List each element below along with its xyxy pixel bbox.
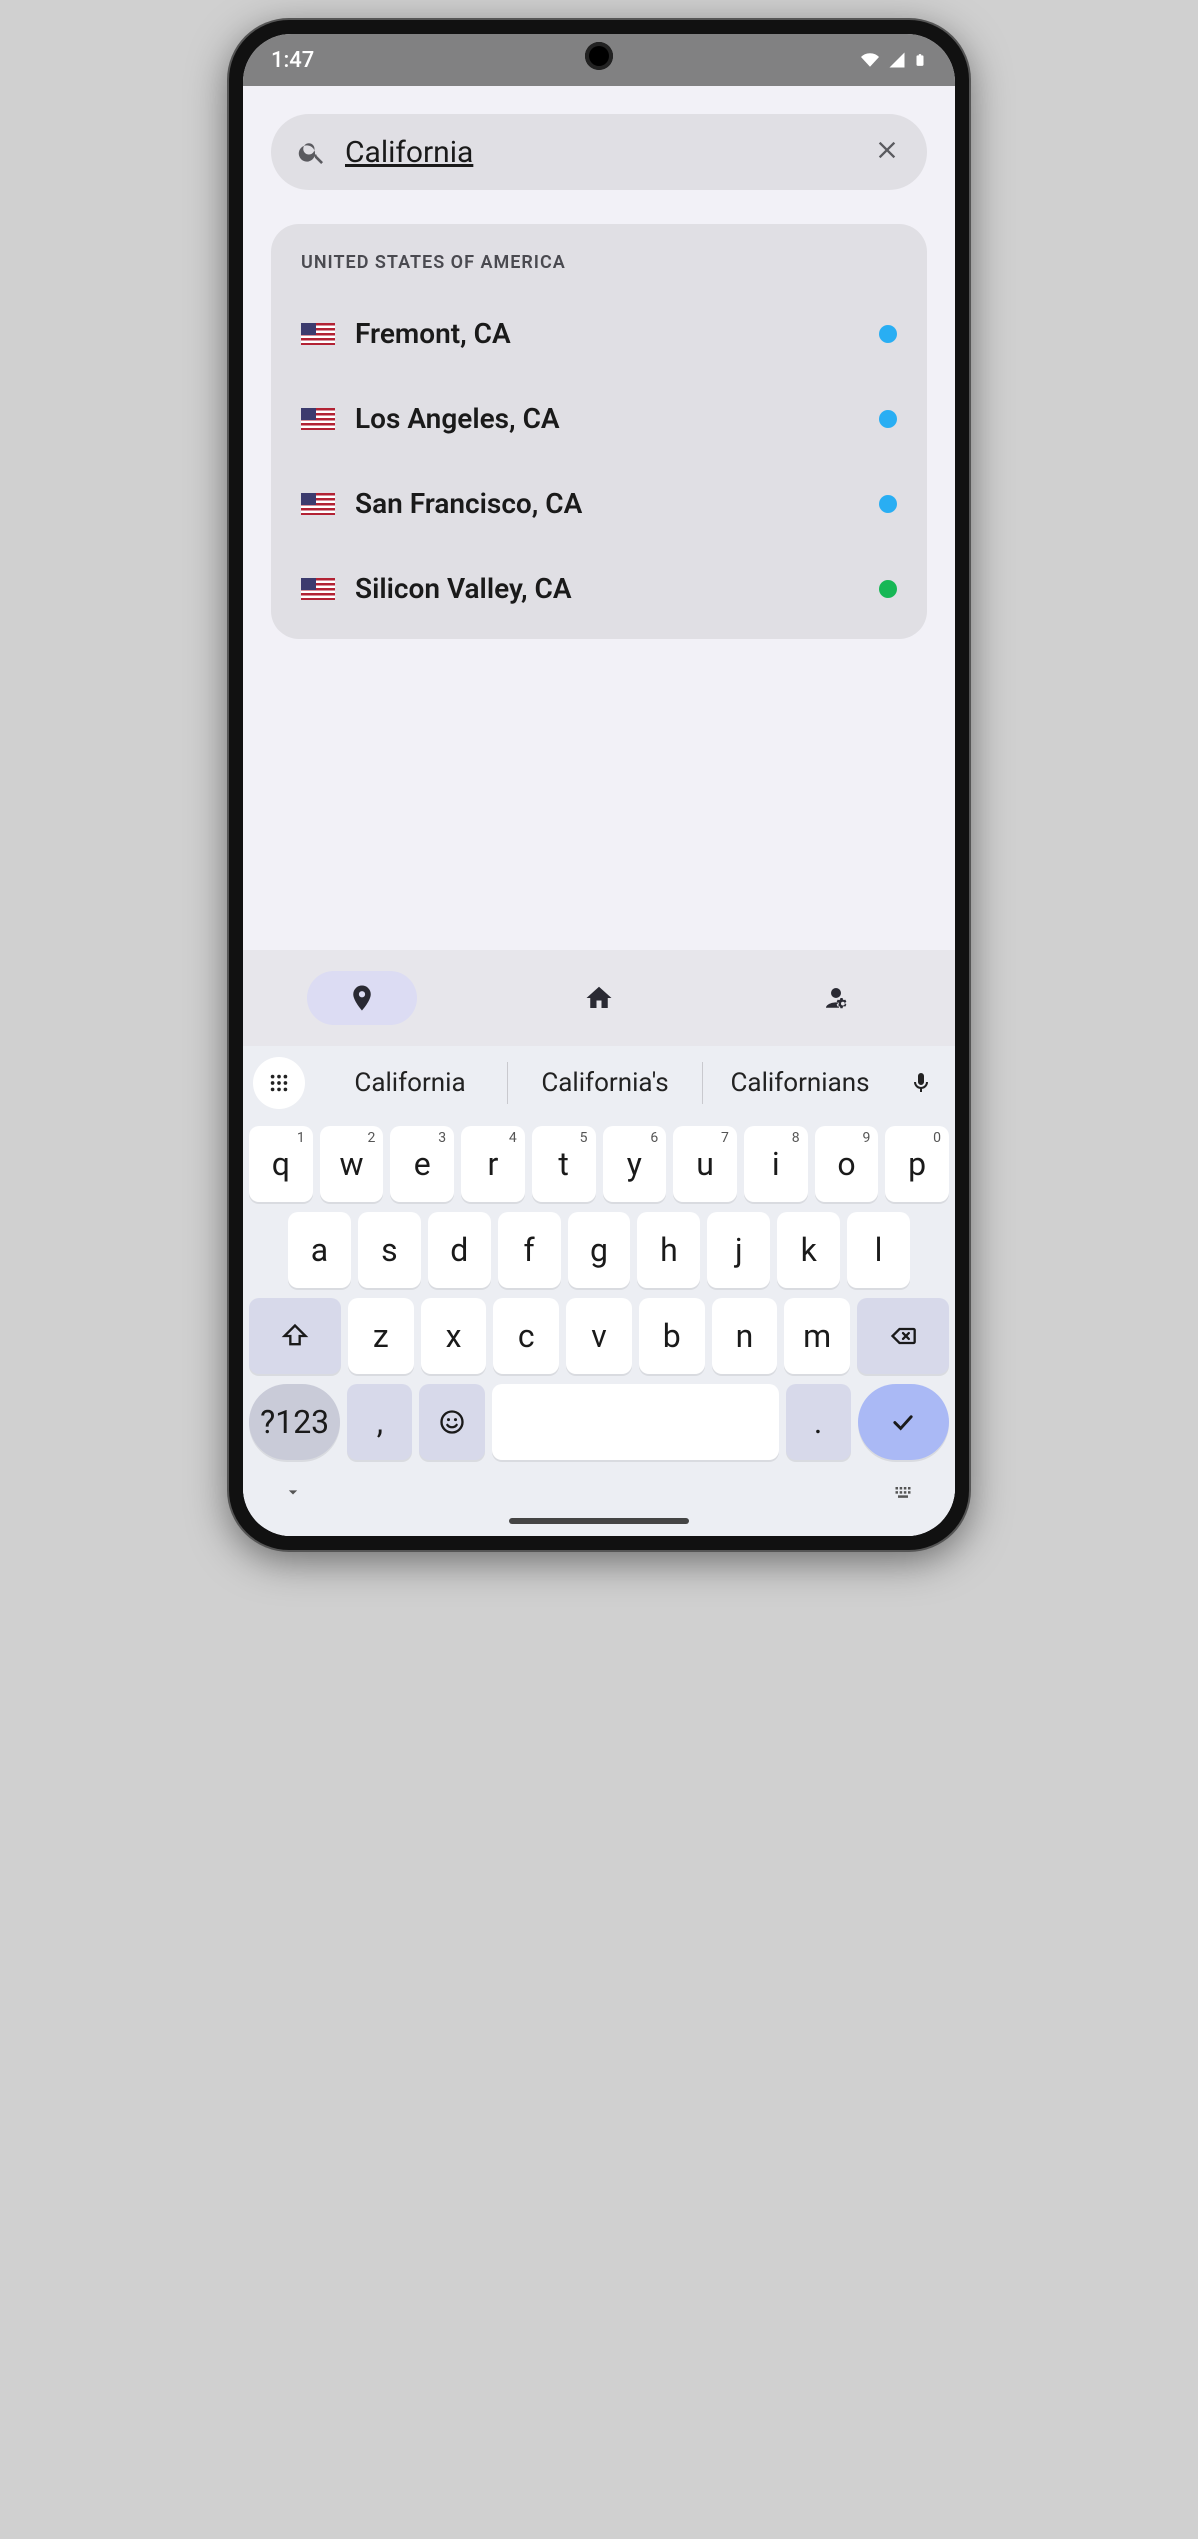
search-container [243,86,955,200]
emoji-icon [438,1408,466,1436]
key-j[interactable]: j [707,1212,770,1288]
phone-frame: 1:47 UNITED STATES OF AMERIC [229,20,969,1550]
period-key[interactable]: . [786,1384,851,1460]
status-dot [879,325,897,343]
key-f[interactable]: f [498,1212,561,1288]
result-label: San Francisco, CA [355,487,859,520]
location-pin-icon [347,983,377,1013]
result-label: Fremont, CA [355,317,859,350]
flag-icon [301,323,335,345]
key-l[interactable]: l [847,1212,910,1288]
close-icon [873,136,901,164]
shift-key[interactable] [249,1298,341,1374]
status-time: 1:47 [271,48,314,73]
key-y[interactable]: y6 [603,1126,667,1202]
key-n[interactable]: n [712,1298,778,1374]
bottom-nav [243,950,955,1046]
key-i[interactable]: i8 [744,1126,808,1202]
flag-icon [301,578,335,600]
key-h[interactable]: h [637,1212,700,1288]
space-key[interactable] [492,1384,779,1460]
nav-home-tab[interactable] [544,971,654,1025]
key-c[interactable]: c [493,1298,559,1374]
key-t[interactable]: t5 [532,1126,596,1202]
search-icon [297,137,327,167]
result-row[interactable]: Silicon Valley, CA [271,546,927,631]
wifi-icon [859,51,881,69]
status-dot [879,580,897,598]
key-a[interactable]: a [288,1212,351,1288]
flag-icon [301,493,335,515]
status-dot [879,495,897,513]
grid-icon [268,1072,290,1094]
clear-search-button[interactable] [873,136,901,168]
key-o[interactable]: o9 [815,1126,879,1202]
nav-account-tab[interactable] [781,971,891,1025]
key-b[interactable]: b [639,1298,705,1374]
keyboard-settings-icon[interactable] [891,1482,915,1502]
collapse-keyboard-icon[interactable] [283,1482,303,1502]
key-k[interactable]: k [777,1212,840,1288]
app-content: UNITED STATES OF AMERICA Fremont, CA Los … [243,86,955,1536]
key-e[interactable]: e3 [390,1126,454,1202]
signal-icon [887,51,907,69]
shift-icon [281,1322,309,1350]
key-d[interactable]: d [428,1212,491,1288]
backspace-key[interactable] [857,1298,949,1374]
key-m[interactable]: m [784,1298,850,1374]
battery-icon [913,49,927,71]
keyboard-footer [243,1470,955,1502]
results-section-header: UNITED STATES OF AMERICA [271,242,927,291]
emoji-key[interactable] [419,1384,484,1460]
account-settings-icon [821,983,851,1013]
keyboard-row-1: q1w2e3r4t5y6u7i8o9p0 [249,1126,949,1202]
key-r[interactable]: r4 [461,1126,525,1202]
suggestion-bar: CaliforniaCalifornia'sCalifornians [243,1046,955,1120]
enter-key[interactable] [858,1384,949,1460]
keyboard-rows: q1w2e3r4t5y6u7i8o9p0 asdfghjkl zxcvbnm ?… [243,1120,955,1460]
keyboard-row-2: asdfghjkl [249,1212,949,1288]
search-bar[interactable] [271,114,927,190]
keyboard-row-3: zxcvbnm [249,1298,949,1374]
phone-screen: 1:47 UNITED STATES OF AMERIC [243,34,955,1536]
home-indicator[interactable] [509,1518,689,1524]
key-v[interactable]: v [566,1298,632,1374]
backspace-icon [889,1322,917,1350]
symbols-key[interactable]: ?123 [249,1384,340,1460]
suggestion-list: CaliforniaCalifornia'sCalifornians [313,1062,897,1104]
keyboard-row-4: ?123 , . [249,1384,949,1460]
key-w[interactable]: w2 [320,1126,384,1202]
mic-icon [909,1071,933,1095]
result-row[interactable]: Fremont, CA [271,291,927,376]
home-icon [584,983,614,1013]
results-list: Fremont, CA Los Angeles, CA San Francisco,… [271,291,927,631]
check-icon [889,1408,917,1436]
suggestion-item[interactable]: Californians [703,1062,897,1104]
result-row[interactable]: San Francisco, CA [271,461,927,546]
suggestion-item[interactable]: California [313,1062,508,1104]
voice-input-button[interactable] [897,1071,945,1095]
key-z[interactable]: z [348,1298,414,1374]
soft-keyboard: CaliforniaCalifornia'sCalifornians q1w2e… [243,1046,955,1536]
key-x[interactable]: x [421,1298,487,1374]
key-u[interactable]: u7 [673,1126,737,1202]
keyboard-menu-button[interactable] [253,1057,305,1109]
result-label: Los Angeles, CA [355,402,859,435]
status-dot [879,410,897,428]
comma-key[interactable]: , [347,1384,412,1460]
flag-icon [301,408,335,430]
suggestion-item[interactable]: California's [508,1062,703,1104]
camera-hole [585,42,613,70]
nav-locations-tab[interactable] [307,971,417,1025]
result-row[interactable]: Los Angeles, CA [271,376,927,461]
result-label: Silicon Valley, CA [355,572,859,605]
key-s[interactable]: s [358,1212,421,1288]
spacer [243,639,955,950]
search-input[interactable] [345,135,855,170]
results-card: UNITED STATES OF AMERICA Fremont, CA Los … [271,224,927,639]
key-g[interactable]: g [568,1212,631,1288]
key-p[interactable]: p0 [885,1126,949,1202]
status-icons [859,49,927,71]
key-q[interactable]: q1 [249,1126,313,1202]
